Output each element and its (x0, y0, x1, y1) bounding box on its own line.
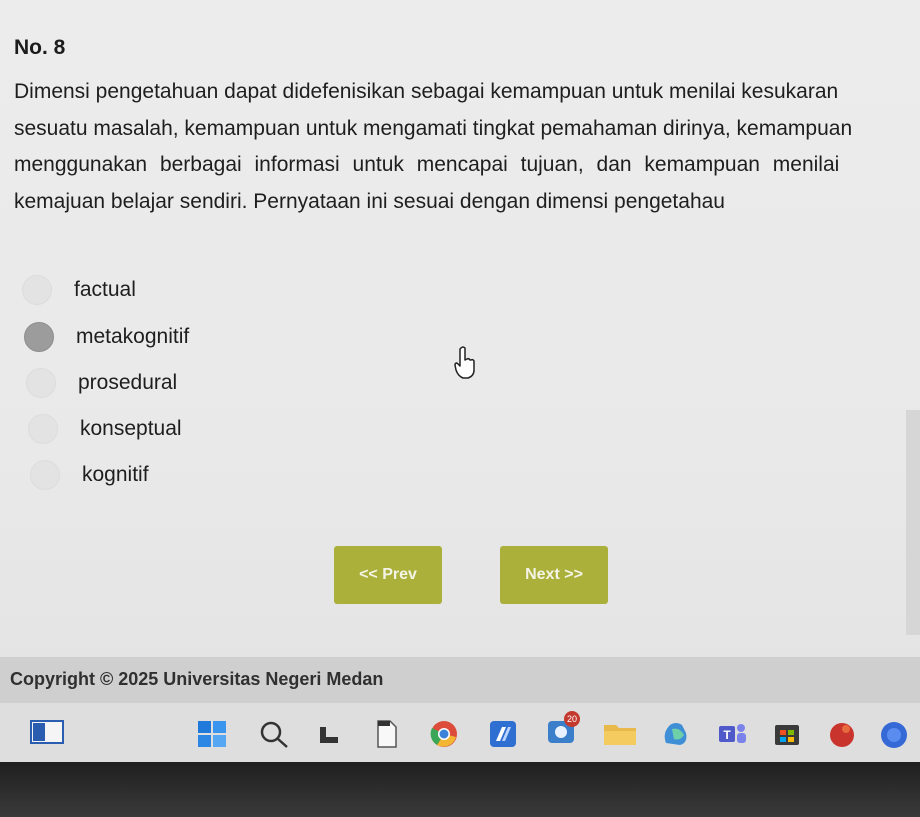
copilot-icon[interactable] (660, 719, 692, 747)
option-label: kognitif (82, 463, 149, 486)
footer: Copyright © 2025 Universitas Negeri Meda… (0, 657, 920, 703)
monitor-bezel (0, 762, 920, 817)
question-line: kemajuan belajar sendiri. Pernyataan ini… (14, 189, 725, 213)
chrome-icon[interactable] (428, 719, 460, 747)
app-blue-icon[interactable] (878, 719, 910, 748)
option-label: prosedural (78, 371, 178, 394)
question-line: Dimensi pengetahuan dapat didefenisikan … (14, 80, 839, 103)
svg-text:T: T (723, 728, 731, 742)
prev-button[interactable]: << Prev (334, 546, 442, 604)
notification-badge: 20 (567, 714, 577, 724)
radio-button[interactable] (22, 275, 52, 305)
question-number: No. 8 (14, 36, 66, 59)
option-label: factual (74, 278, 136, 301)
taskbar: 20 T (0, 703, 920, 762)
scrollbar[interactable] (906, 410, 920, 635)
next-button[interactable]: Next >> (500, 546, 608, 604)
widgets-icon[interactable] (30, 719, 64, 747)
option-kognitif[interactable]: kognitif (30, 460, 149, 490)
question-line: menggunakan berbagai informasi untuk men… (14, 153, 840, 176)
hand-pointer-cursor (452, 346, 478, 385)
app-icon[interactable] (488, 719, 518, 747)
radio-button[interactable] (30, 460, 60, 490)
camera-icon[interactable]: 20 (546, 711, 582, 747)
radio-button-selected[interactable] (24, 322, 54, 352)
search-icon[interactable] (258, 719, 290, 748)
option-konseptual[interactable]: konseptual (28, 414, 182, 444)
question-line: sesuatu masalah, kemampuan untuk mengama… (14, 116, 853, 140)
browser-viewport: No. 8 Dimensi pengetahuan dapat didefeni… (0, 0, 920, 762)
store-icon[interactable] (772, 719, 802, 747)
task-view-icon[interactable] (316, 719, 344, 747)
option-prosedural[interactable]: prosedural (26, 368, 177, 398)
option-label: konseptual (80, 417, 182, 440)
copyright-text: Copyright © 2025 Universitas Negeri Meda… (10, 669, 384, 689)
teams-icon[interactable]: T (716, 719, 748, 747)
option-label: metakognitif (76, 325, 190, 348)
folder-icon[interactable] (602, 719, 638, 747)
radio-button[interactable] (28, 414, 58, 444)
file-icon[interactable] (372, 719, 400, 748)
radio-button[interactable] (26, 368, 56, 398)
start-icon[interactable] (196, 719, 228, 747)
option-metakognitif[interactable]: metakognitif (24, 322, 189, 352)
app-red-icon[interactable] (826, 719, 858, 747)
question-text: Dimensi pengetahuan dapat didefenisikan … (14, 74, 920, 220)
option-factual[interactable]: factual (22, 275, 136, 305)
